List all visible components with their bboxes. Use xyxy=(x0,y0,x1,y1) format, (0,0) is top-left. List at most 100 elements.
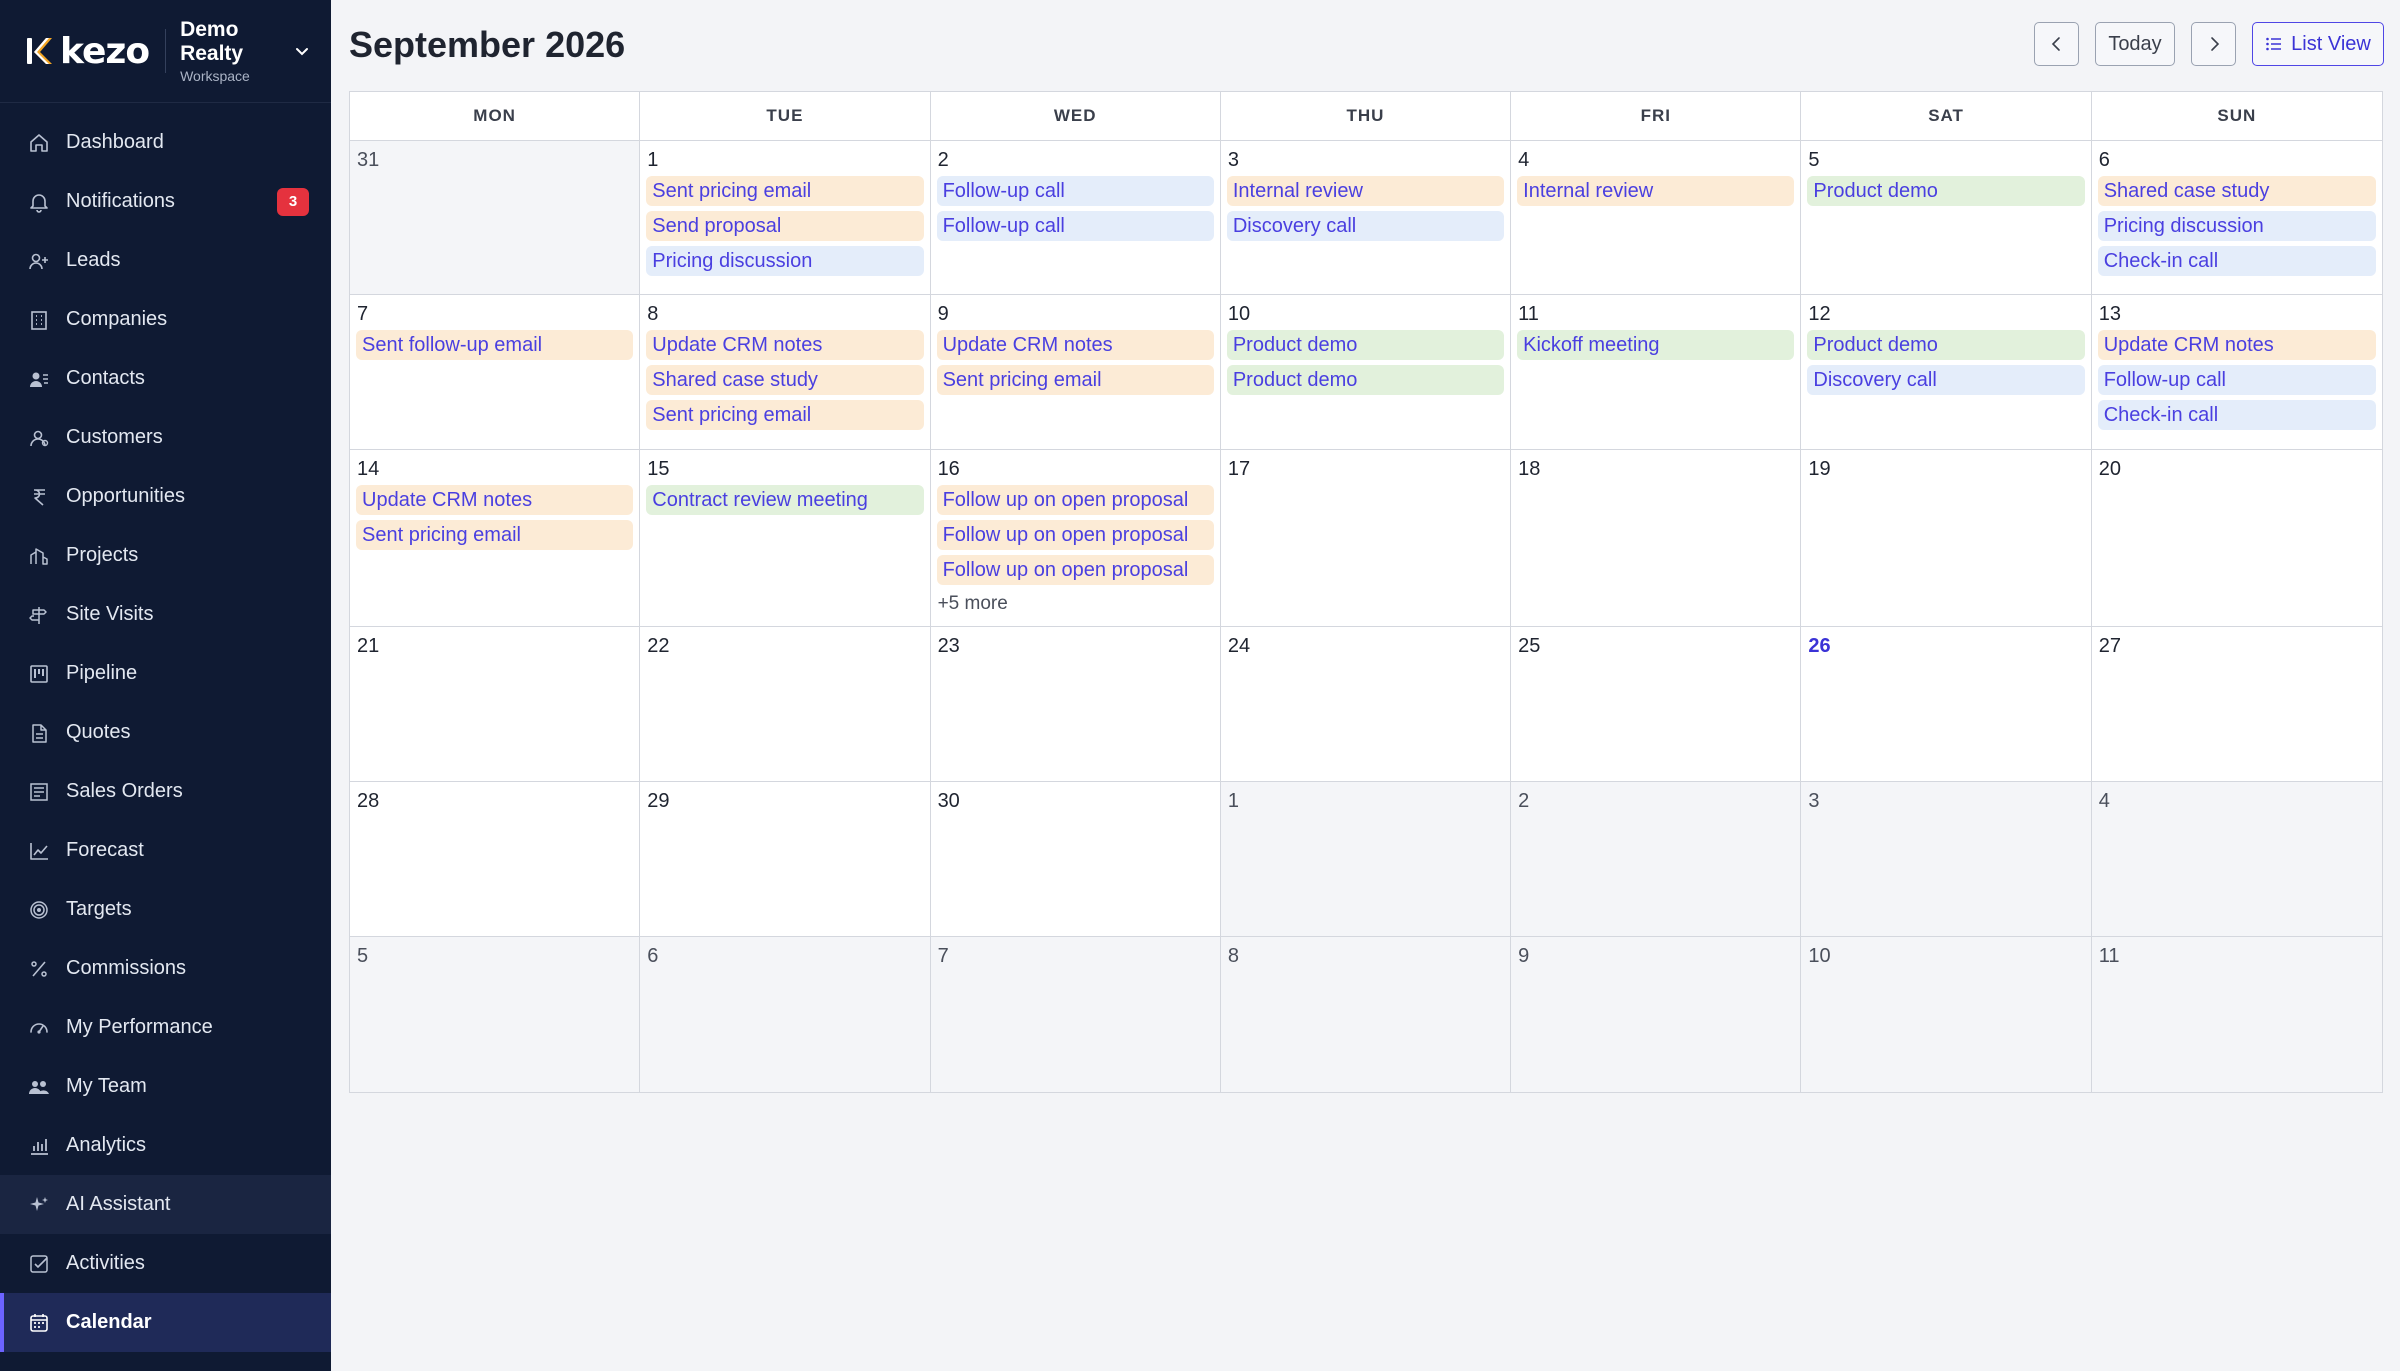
sidebar-item-activities[interactable]: Activities xyxy=(0,1234,331,1293)
calendar-day[interactable]: 9 xyxy=(1511,937,1802,1092)
calendar-day[interactable]: 4 Internal review xyxy=(1511,141,1802,294)
calendar-day[interactable]: 10 xyxy=(1801,937,2092,1092)
calendar-day[interactable]: 11 Kickoff meeting xyxy=(1511,295,1802,449)
sidebar-item-ai-assistant[interactable]: AI Assistant xyxy=(0,1175,331,1234)
calendar-event[interactable]: Update CRM notes xyxy=(936,330,1214,360)
calendar-event[interactable]: Sent pricing email xyxy=(356,520,634,550)
calendar-day[interactable]: 23 xyxy=(930,627,1221,781)
calendar-day[interactable]: 21 xyxy=(350,627,641,781)
calendar-event[interactable]: Follow up on open proposal xyxy=(936,520,1214,550)
calendar-day[interactable]: 3 Internal review Discovery call xyxy=(1220,141,1512,294)
calendar-day[interactable]: 1 xyxy=(1220,782,1512,936)
calendar-event[interactable]: Discovery call xyxy=(1226,211,1505,241)
calendar-day[interactable]: 13 Update CRM notes Follow-up call Check-in… xyxy=(2091,295,2382,449)
calendar-day[interactable]: 18 xyxy=(1511,450,1802,626)
calendar-day[interactable]: 2 Follow-up call Follow-up call xyxy=(930,141,1221,294)
calendar-day[interactable]: 8 Update CRM notes Shared case study Sent p… xyxy=(640,295,931,449)
calendar-day[interactable]: 29 xyxy=(640,782,931,936)
calendar-day[interactable]: 4 xyxy=(2091,782,2382,936)
calendar-day[interactable]: 11 xyxy=(2091,937,2382,1092)
prev-month-button[interactable] xyxy=(2034,22,2079,66)
calendar-event[interactable]: Internal review xyxy=(1517,176,1795,206)
calendar-event[interactable]: Check-in call xyxy=(2097,400,2376,430)
calendar-day[interactable]: 6 xyxy=(640,937,931,1092)
sidebar-item-dashboard[interactable]: Dashboard xyxy=(0,113,331,172)
sidebar-item-site-visits[interactable]: Site Visits xyxy=(0,585,331,644)
calendar-day[interactable]: 28 xyxy=(350,782,641,936)
calendar-event[interactable]: Follow-up call xyxy=(936,176,1214,206)
sidebar-item-pipeline[interactable]: Pipeline xyxy=(0,644,331,703)
calendar-event[interactable]: Follow up on open proposal xyxy=(936,555,1214,585)
sidebar-item-approvals[interactable]: Approvals xyxy=(0,1352,331,1371)
sidebar-item-targets[interactable]: Targets xyxy=(0,880,331,939)
calendar-day[interactable]: 20 xyxy=(2091,450,2382,626)
calendar-event[interactable]: Product demo xyxy=(1226,330,1505,360)
calendar-event[interactable]: Follow up on open proposal xyxy=(936,485,1214,515)
more-events-link[interactable]: +5 more xyxy=(937,590,1214,618)
sidebar-item-contacts[interactable]: Contacts xyxy=(0,349,331,408)
calendar-event[interactable]: Update CRM notes xyxy=(356,485,634,515)
calendar-event[interactable]: Follow-up call xyxy=(936,211,1214,241)
calendar-day[interactable]: 24 xyxy=(1220,627,1512,781)
sidebar-item-customers[interactable]: Customers xyxy=(0,408,331,467)
sidebar-item-forecast[interactable]: Forecast xyxy=(0,821,331,880)
calendar-event[interactable]: Shared case study xyxy=(2097,176,2376,206)
calendar-event[interactable]: Shared case study xyxy=(646,365,924,395)
calendar-event[interactable]: Product demo xyxy=(1226,365,1505,395)
calendar-event[interactable]: Discovery call xyxy=(1807,365,2085,395)
calendar-event[interactable]: Pricing discussion xyxy=(2097,211,2376,241)
calendar-day[interactable]: 12 Product demo Discovery call xyxy=(1801,295,2092,449)
today-button[interactable]: Today xyxy=(2095,22,2175,66)
list-view-button[interactable]: List View xyxy=(2252,22,2384,66)
sidebar-item-analytics[interactable]: Analytics xyxy=(0,1116,331,1175)
calendar-event[interactable]: Contract review meeting xyxy=(646,485,924,515)
calendar-event[interactable]: Update CRM notes xyxy=(2097,330,2376,360)
sidebar-item-opportunities[interactable]: Opportunities xyxy=(0,467,331,526)
calendar-event[interactable]: Internal review xyxy=(1226,176,1505,206)
calendar-day[interactable]: 5 xyxy=(350,937,641,1092)
calendar-day[interactable]: 17 xyxy=(1220,450,1512,626)
calendar-day[interactable]: 8 xyxy=(1220,937,1512,1092)
calendar-day[interactable]: 27 xyxy=(2091,627,2382,781)
sidebar-item-commissions[interactable]: Commissions xyxy=(0,939,331,998)
calendar-day[interactable]: 3 xyxy=(1801,782,2092,936)
calendar-day[interactable]: 5 Product demo xyxy=(1801,141,2092,294)
calendar-day[interactable]: 2 xyxy=(1511,782,1802,936)
sidebar-item-my-performance[interactable]: My Performance xyxy=(0,998,331,1057)
sidebar-item-notifications[interactable]: Notifications 3 xyxy=(0,172,331,231)
sidebar-item-sales-orders[interactable]: Sales Orders xyxy=(0,762,331,821)
calendar-day[interactable]: 31 xyxy=(350,141,641,294)
calendar-day[interactable]: 16 Follow up on open proposal Follow up on… xyxy=(930,450,1221,626)
sidebar-item-projects[interactable]: Projects xyxy=(0,526,331,585)
calendar-event[interactable]: Follow-up call xyxy=(2097,365,2376,395)
calendar-event[interactable]: Product demo xyxy=(1807,176,2085,206)
workspace-switcher[interactable]: kezo Demo Realty Workspace xyxy=(0,0,331,103)
calendar-event[interactable]: Sent pricing email xyxy=(646,176,924,206)
calendar-event[interactable]: Update CRM notes xyxy=(646,330,924,360)
chevron-down-icon[interactable] xyxy=(293,42,311,60)
calendar-day[interactable]: 19 xyxy=(1801,450,2092,626)
calendar-event[interactable]: Sent follow-up email xyxy=(356,330,634,360)
calendar-day[interactable]: 9 Update CRM notes Sent pricing email xyxy=(930,295,1221,449)
sidebar-item-companies[interactable]: Companies xyxy=(0,290,331,349)
sidebar-item-calendar[interactable]: Calendar xyxy=(0,1293,331,1352)
calendar-day-today[interactable]: 26 xyxy=(1801,627,2092,781)
calendar-event[interactable]: Pricing discussion xyxy=(646,246,924,276)
calendar-day[interactable]: 14 Update CRM notes Sent pricing email xyxy=(350,450,641,626)
calendar-day[interactable]: 7 Sent follow-up email xyxy=(350,295,641,449)
calendar-event[interactable]: Product demo xyxy=(1807,330,2085,360)
calendar-day[interactable]: 7 xyxy=(930,937,1221,1092)
calendar-event[interactable]: Sent pricing email xyxy=(936,365,1214,395)
sidebar-item-quotes[interactable]: Quotes xyxy=(0,703,331,762)
calendar-day[interactable]: 6 Shared case study Pricing discussion Chec… xyxy=(2091,141,2382,294)
calendar-event[interactable]: Kickoff meeting xyxy=(1517,330,1795,360)
sidebar-item-leads[interactable]: Leads xyxy=(0,231,331,290)
calendar-day[interactable]: 30 xyxy=(930,782,1221,936)
calendar-event[interactable]: Send proposal xyxy=(646,211,924,241)
calendar-day[interactable]: 15 Contract review meeting xyxy=(640,450,931,626)
sidebar-item-my-team[interactable]: My Team xyxy=(0,1057,331,1116)
calendar-event[interactable]: Check-in call xyxy=(2097,246,2376,276)
calendar-day[interactable]: 10 Product demo Product demo xyxy=(1220,295,1512,449)
calendar-day[interactable]: 22 xyxy=(640,627,931,781)
calendar-event[interactable]: Sent pricing email xyxy=(646,400,924,430)
